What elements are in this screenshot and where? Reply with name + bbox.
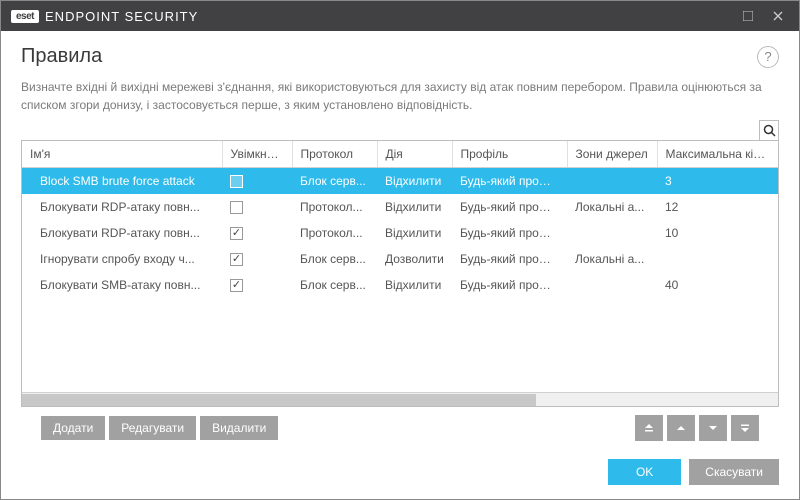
horizontal-scrollbar[interactable] [22,392,778,406]
cell-protocol: Протокол... [292,220,377,246]
enabled-checkbox[interactable] [230,201,243,214]
move-top-button[interactable] [635,415,663,441]
cell-protocol: Блок серв... [292,272,377,298]
cell-profile: Будь-який профіль [452,220,567,246]
cell-protocol: Блок серв... [292,168,377,194]
close-button[interactable] [763,1,793,31]
enabled-checkbox[interactable] [230,253,243,266]
cell-profile: Будь-який профіль [452,194,567,220]
action-row: Додати Редагувати Видалити [21,407,779,441]
ok-button[interactable]: OK [608,459,681,485]
cell-zones [567,220,657,246]
move-down-button[interactable] [699,415,727,441]
cancel-button[interactable]: Скасувати [689,459,779,485]
page-title: Правила [21,45,757,68]
enabled-checkbox[interactable] [230,175,243,188]
col-name[interactable]: Ім'я [22,141,222,168]
cell-action: Відхилити [377,168,452,194]
table-row[interactable]: Ігнорувати спробу входу ч... Блок серв...… [22,246,778,272]
search-button[interactable] [759,120,779,140]
cell-zones [567,272,657,298]
cell-profile: Будь-який профіль [452,272,567,298]
cell-name: Ігнорувати спробу входу ч... [22,246,222,272]
description-text: Визначте вхідні й вихідні мережеві з'єдн… [21,78,779,114]
enabled-checkbox[interactable] [230,227,243,240]
cell-action: Відхилити [377,194,452,220]
content-area: Визначте вхідні й вихідні мережеві з'єдн… [1,78,799,441]
col-max[interactable]: Максимальна кількість сп... [657,141,778,168]
triangle-down-icon [707,422,719,434]
move-up-button[interactable] [667,415,695,441]
triangle-bottom-icon [739,422,751,434]
cell-max: 10 [657,220,778,246]
cell-zones [567,168,657,194]
cell-protocol: Протокол... [292,194,377,220]
cell-name: Блокувати RDP-атаку повн... [22,220,222,246]
triangle-top-icon [643,422,655,434]
cell-max: 40 [657,272,778,298]
cell-name: Блокувати RDP-атаку повн... [22,194,222,220]
cell-protocol: Блок серв... [292,246,377,272]
cell-enabled[interactable] [222,272,292,298]
edit-button[interactable]: Редагувати [109,416,196,440]
table-header-row: Ім'я Увімкнуто Протокол Дія Профіль Зони… [22,141,778,168]
cell-max: 3 [657,168,778,194]
col-zones[interactable]: Зони джерел [567,141,657,168]
triangle-up-icon [675,422,687,434]
col-action[interactable]: Дія [377,141,452,168]
col-profile[interactable]: Профіль [452,141,567,168]
page-header: Правила ? [1,31,799,78]
cell-max: 12 [657,194,778,220]
brand-badge: eset [11,10,39,23]
titlebar: eset ENDPOINT SECURITY [1,1,799,31]
cell-enabled[interactable] [222,246,292,272]
cell-zones: Локальні а... [567,246,657,272]
col-protocol[interactable]: Протокол [292,141,377,168]
table-row[interactable]: Блокувати RDP-атаку повн... Протокол...Ві… [22,194,778,220]
table-row[interactable]: Block SMB brute force attack Блок серв...… [22,168,778,194]
cell-max [657,246,778,272]
add-button[interactable]: Додати [41,416,105,440]
col-enabled[interactable]: Увімкнуто [222,141,292,168]
scrollbar-thumb[interactable] [22,394,536,406]
product-name: ENDPOINT SECURITY [45,9,198,24]
cell-action: Дозволити [377,246,452,272]
cell-name: Block SMB brute force attack [22,168,222,194]
cell-profile: Будь-який профіль [452,168,567,194]
close-icon [773,11,783,21]
cell-enabled[interactable] [222,168,292,194]
table-row[interactable]: Блокувати RDP-атаку повн... Протокол...Ві… [22,220,778,246]
cell-enabled[interactable] [222,220,292,246]
minimize-icon [743,11,753,21]
rules-table-container: Ім'я Увімкнуто Протокол Дія Профіль Зони… [21,140,779,407]
dialog-footer: OK Скасувати [1,441,799,499]
minimize-button[interactable] [733,1,763,31]
search-icon [763,124,776,137]
move-bottom-button[interactable] [731,415,759,441]
cell-action: Відхилити [377,220,452,246]
cell-profile: Будь-який профіль [452,246,567,272]
help-button[interactable]: ? [757,46,779,68]
enabled-checkbox[interactable] [230,279,243,292]
cell-name: Блокувати SMB-атаку повн... [22,272,222,298]
cell-enabled[interactable] [222,194,292,220]
delete-button[interactable]: Видалити [200,416,278,440]
app-window: eset ENDPOINT SECURITY Правила ? Визначт… [0,0,800,500]
table-row[interactable]: Блокувати SMB-атаку повн... Блок серв...В… [22,272,778,298]
cell-zones: Локальні а... [567,194,657,220]
rules-table: Ім'я Увімкнуто Протокол Дія Профіль Зони… [22,141,778,298]
cell-action: Відхилити [377,272,452,298]
